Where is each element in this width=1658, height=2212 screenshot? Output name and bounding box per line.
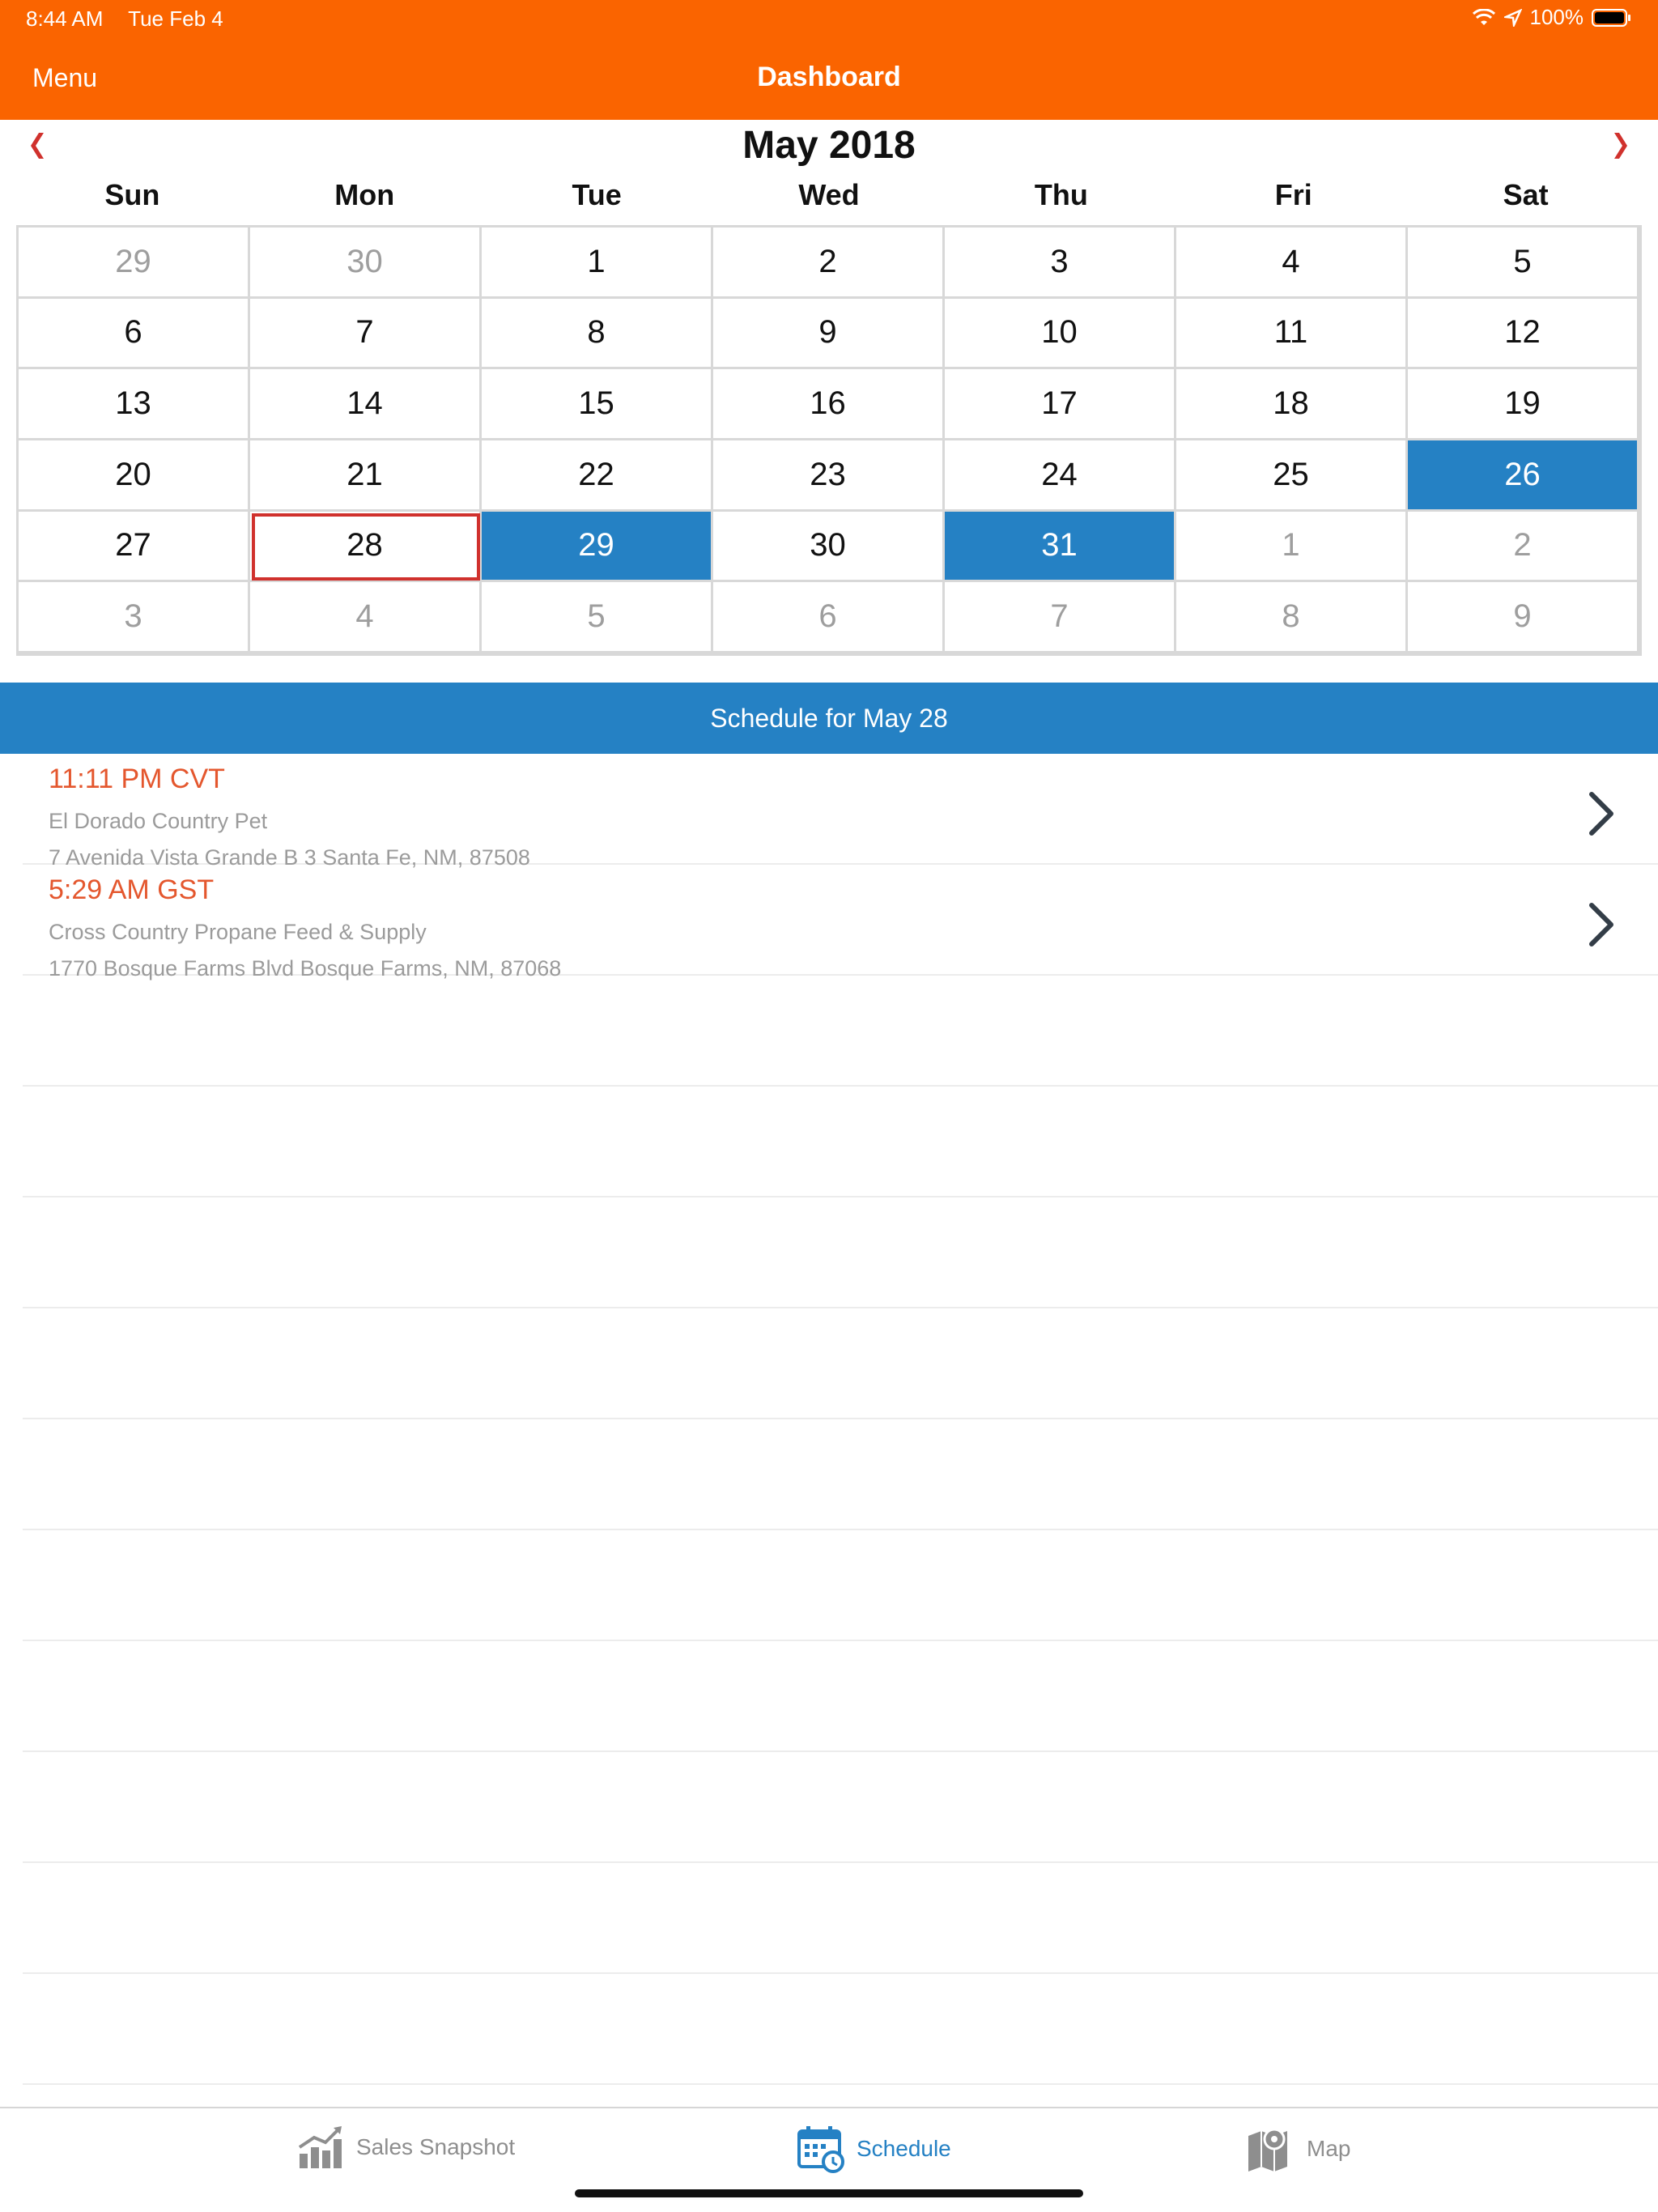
status-indicators: 100% bbox=[1472, 5, 1633, 30]
calendar-day[interactable]: 12 bbox=[1408, 298, 1639, 370]
list-item[interactable]: 5:29 AM GST Cross Country Propane Feed &… bbox=[23, 865, 1658, 981]
empty-list-row bbox=[23, 1087, 1658, 1197]
calendar-day[interactable]: 23 bbox=[713, 440, 945, 512]
status-time: 8:44 AM bbox=[26, 6, 104, 31]
calendar-grid: 29 30 1 2 3 4 5 6 7 8 9 10 11 12 13 14 1… bbox=[16, 225, 1642, 656]
calendar-day-scheduled[interactable]: 31 bbox=[945, 511, 1176, 583]
empty-list-row bbox=[23, 1530, 1658, 1641]
calendar-day[interactable]: 7 bbox=[250, 298, 482, 370]
calendar-day-scheduled[interactable]: 29 bbox=[482, 511, 713, 583]
calendar-day[interactable]: 5 bbox=[482, 582, 713, 653]
tab-schedule[interactable]: Schedule bbox=[797, 2125, 951, 2173]
calendar-day[interactable]: 4 bbox=[1176, 228, 1408, 299]
home-indicator bbox=[575, 2189, 1083, 2197]
month-title: May 2018 bbox=[742, 124, 916, 167]
calendar-day[interactable]: 19 bbox=[1408, 369, 1639, 440]
calendar-day[interactable]: 7 bbox=[945, 582, 1176, 653]
customer-name: Cross Country Propane Feed & Supply bbox=[49, 920, 427, 944]
calendar-day[interactable]: 27 bbox=[19, 511, 250, 583]
customer-name: El Dorado Country Pet bbox=[49, 809, 268, 833]
empty-list-row bbox=[23, 1752, 1658, 1863]
calendar-day[interactable]: 22 bbox=[482, 440, 713, 512]
empty-list-row bbox=[23, 1974, 1658, 2085]
chevron-right-icon[interactable] bbox=[1585, 789, 1618, 838]
calendar-day[interactable]: 25 bbox=[1176, 440, 1408, 512]
tab-sales-snapshot[interactable]: Sales Snapshot bbox=[296, 2125, 515, 2170]
weekday-label: Thu bbox=[1034, 178, 1088, 211]
calendar-clock-icon bbox=[797, 2126, 844, 2173]
calendar-day[interactable]: 21 bbox=[250, 440, 482, 512]
calendar-day[interactable]: 15 bbox=[482, 369, 713, 440]
empty-list-row bbox=[23, 1641, 1658, 1752]
calendar-day-selected[interactable]: 28 bbox=[250, 511, 482, 583]
page-title: Dashboard bbox=[757, 62, 901, 92]
chart-icon bbox=[298, 2126, 342, 2168]
calendar-day[interactable]: 1 bbox=[1176, 511, 1408, 583]
calendar-day[interactable]: 20 bbox=[19, 440, 250, 512]
calendar-day[interactable]: 2 bbox=[1408, 511, 1639, 583]
weekday-label: Sun bbox=[104, 178, 160, 211]
tab-map[interactable]: Map bbox=[1247, 2125, 1350, 2173]
calendar-day[interactable]: 11 bbox=[1176, 298, 1408, 370]
calendar-day[interactable]: 9 bbox=[1408, 582, 1639, 653]
calendar-day[interactable]: 3 bbox=[945, 228, 1176, 299]
calendar-day[interactable]: 18 bbox=[1176, 369, 1408, 440]
empty-list-row bbox=[23, 976, 1658, 1087]
weekday-label: Fri bbox=[1274, 178, 1312, 211]
weekday-label: Wed bbox=[798, 178, 860, 211]
calendar-day[interactable]: 16 bbox=[713, 369, 945, 440]
schedule-list: 11:11 PM CVT El Dorado Country Pet 7 Ave… bbox=[0, 754, 1658, 2085]
weekday-label: Tue bbox=[572, 178, 622, 211]
calendar-day[interactable]: 9 bbox=[713, 298, 945, 370]
calendar-day[interactable]: 3 bbox=[19, 582, 250, 653]
empty-list-row bbox=[23, 1419, 1658, 1530]
calendar-day[interactable]: 30 bbox=[250, 228, 482, 299]
empty-list-row bbox=[23, 1197, 1658, 1308]
tab-label: Schedule bbox=[857, 2136, 951, 2161]
calendar-day[interactable]: 29 bbox=[19, 228, 250, 299]
calendar-day[interactable]: 1 bbox=[482, 228, 713, 299]
empty-list-row bbox=[23, 1308, 1658, 1419]
wifi-icon bbox=[1472, 8, 1495, 25]
weekday-header: Sun Mon Tue Wed Thu Fri Sat bbox=[16, 178, 1642, 225]
location-icon bbox=[1503, 8, 1522, 27]
calendar-day[interactable]: 6 bbox=[713, 582, 945, 653]
calendar-day[interactable]: 5 bbox=[1408, 228, 1639, 299]
tab-label: Map bbox=[1307, 2136, 1351, 2161]
calendar-navigation: May 2018 bbox=[0, 120, 1658, 177]
calendar-day[interactable]: 8 bbox=[482, 298, 713, 370]
empty-list-row bbox=[23, 1863, 1658, 1974]
calendar-day[interactable]: 30 bbox=[713, 511, 945, 583]
chevron-right-icon[interactable] bbox=[1609, 131, 1629, 160]
calendar-day-scheduled[interactable]: 26 bbox=[1408, 440, 1639, 512]
calendar-day[interactable]: 24 bbox=[945, 440, 1176, 512]
calendar-day[interactable]: 13 bbox=[19, 369, 250, 440]
battery-percent: 100% bbox=[1529, 5, 1584, 29]
status-date: Tue Feb 4 bbox=[128, 6, 223, 31]
list-item[interactable]: 11:11 PM CVT El Dorado Country Pet 7 Ave… bbox=[23, 754, 1658, 870]
weekday-label: Mon bbox=[334, 178, 395, 211]
calendar-day[interactable]: 10 bbox=[945, 298, 1176, 370]
customer-address: 1770 Bosque Farms Blvd Bosque Farms, NM,… bbox=[49, 956, 562, 981]
calendar-day[interactable]: 14 bbox=[250, 369, 482, 440]
battery-icon bbox=[1592, 8, 1630, 27]
calendar-day[interactable]: 2 bbox=[713, 228, 945, 299]
map-pin-icon bbox=[1248, 2128, 1287, 2172]
calendar-day[interactable]: 8 bbox=[1176, 582, 1408, 653]
appointment-time: 5:29 AM GST bbox=[49, 874, 215, 905]
tab-label: Sales Snapshot bbox=[356, 2134, 516, 2159]
calendar-day[interactable]: 17 bbox=[945, 369, 1176, 440]
chevron-right-icon[interactable] bbox=[1585, 900, 1618, 949]
calendar-day[interactable]: 4 bbox=[250, 582, 482, 653]
status-time-date: 8:44 AM Tue Feb 4 bbox=[26, 6, 243, 32]
schedule-header: Schedule for May 28 bbox=[0, 683, 1658, 754]
appointment-time: 11:11 PM CVT bbox=[49, 764, 225, 794]
calendar-day[interactable]: 6 bbox=[19, 298, 250, 370]
weekday-label: Sat bbox=[1503, 178, 1549, 211]
top-bar: 8:44 AM Tue Feb 4 100% Menu Dashboard bbox=[0, 0, 1658, 120]
